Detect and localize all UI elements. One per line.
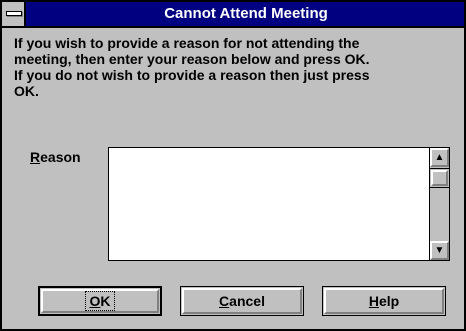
ok-rest: K <box>100 293 111 309</box>
scroll-thumb[interactable] <box>430 168 449 188</box>
cancel-mnemonic: C <box>219 293 230 309</box>
ok-mnemonic: O <box>89 293 101 309</box>
scroll-up-arrow-icon[interactable]: ▲ <box>430 148 449 167</box>
reason-vertical-scrollbar[interactable]: ▲ ▼ <box>429 148 449 260</box>
cancel-button-label: Cancel <box>219 293 265 309</box>
cancel-rest: ancel <box>229 293 265 309</box>
cancel-button[interactable]: Cancel <box>180 286 304 316</box>
instruction-message: If you wish to provide a reason for not … <box>14 35 370 99</box>
help-button[interactable]: Help <box>322 286 446 316</box>
help-rest: elp <box>378 293 400 309</box>
system-menu-bar-glyph <box>6 11 22 16</box>
ok-button-label: OK <box>85 291 115 311</box>
reason-label: Reason <box>30 149 81 165</box>
scroll-down-arrow-icon[interactable]: ▼ <box>430 241 449 260</box>
help-mnemonic: H <box>368 293 379 309</box>
help-button-label: Help <box>369 293 399 309</box>
dialog-title: Cannot Attend Meeting <box>164 5 328 22</box>
title-bar[interactable]: Cannot Attend Meeting <box>2 2 464 28</box>
reason-label-rest: eason <box>40 149 81 165</box>
reason-label-mnemonic: R <box>30 149 41 165</box>
ok-button[interactable]: OK <box>38 286 162 316</box>
reason-textarea[interactable]: ▲ ▼ <box>108 147 450 261</box>
cannot-attend-dialog: Cannot Attend Meeting If you wish to pro… <box>0 0 466 331</box>
system-menu-icon[interactable] <box>2 2 26 26</box>
